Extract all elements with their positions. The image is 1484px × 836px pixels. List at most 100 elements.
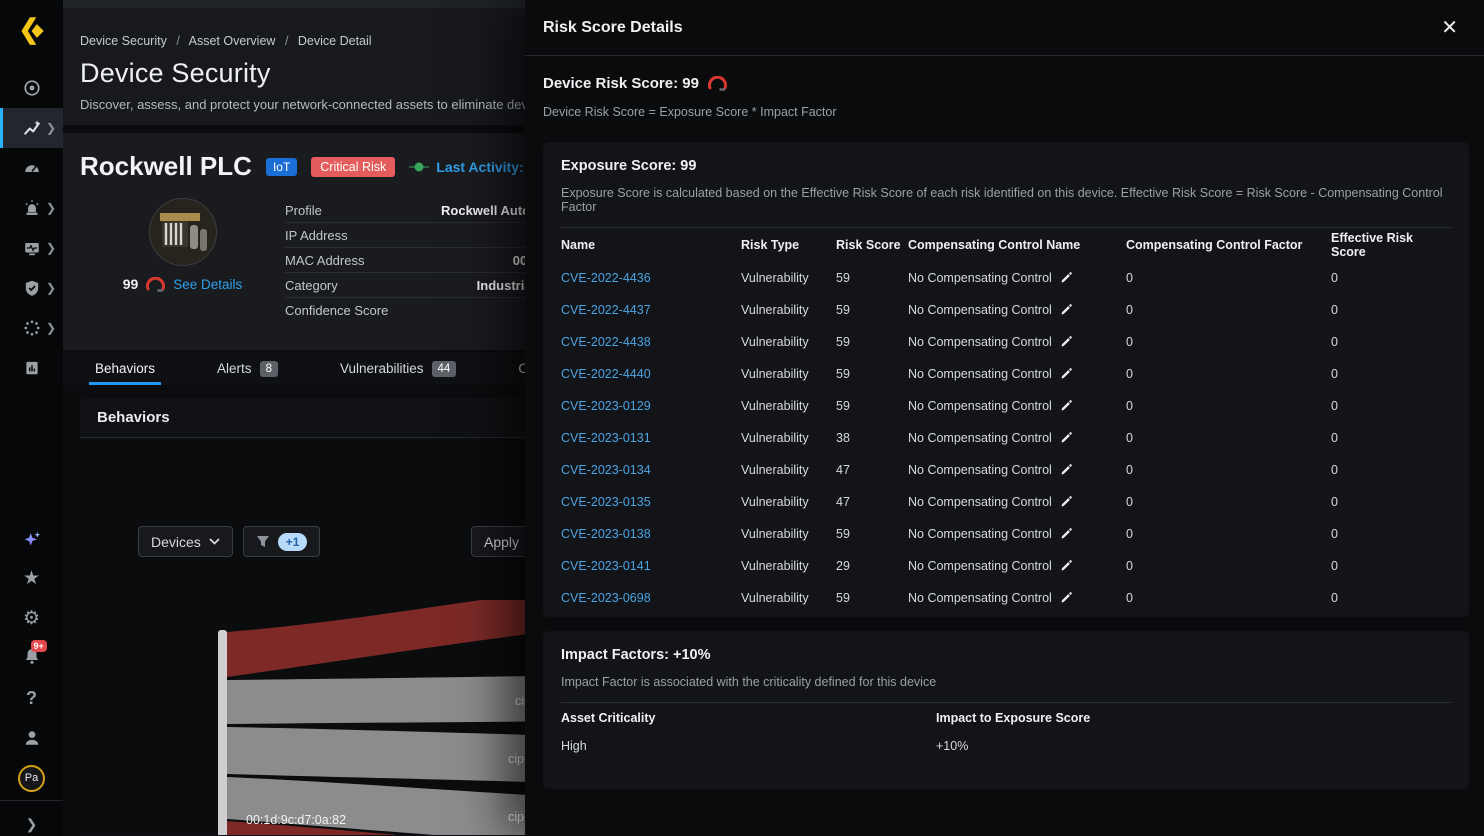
chevron-right-icon: ❯ bbox=[46, 281, 56, 295]
sidebar-divider bbox=[0, 800, 63, 801]
cve-link[interactable]: CVE-2023-0138 bbox=[561, 527, 741, 541]
exposure-table-row: CVE-2023-0933Vulnerability59No Compensat… bbox=[561, 614, 1451, 617]
risk-score-value: 59 bbox=[836, 303, 908, 317]
edit-compensating-control-button[interactable] bbox=[1060, 432, 1072, 444]
sidebar-item-reports[interactable] bbox=[0, 348, 63, 388]
exposure-table-row: CVE-2023-0138Vulnerability59No Compensat… bbox=[561, 518, 1451, 550]
cve-link[interactable]: CVE-2023-0131 bbox=[561, 431, 741, 445]
edit-compensating-control-button[interactable] bbox=[1060, 592, 1072, 604]
risk-score-formula: Device Risk Score = Exposure Score * Imp… bbox=[543, 105, 1484, 119]
compensating-control-cell: No Compensating Control bbox=[908, 367, 1126, 381]
cve-link[interactable]: CVE-2023-0134 bbox=[561, 463, 741, 477]
risk-type-value: Vulnerability bbox=[741, 463, 836, 477]
filter-button[interactable]: +1 bbox=[243, 526, 321, 557]
sidebar-item-favorites[interactable]: ★ bbox=[0, 558, 63, 598]
compensating-control-factor-value: 0 bbox=[1126, 367, 1331, 381]
compensating-control-cell: No Compensating Control bbox=[908, 303, 1126, 317]
sidebar-item-device-security[interactable]: ❯ bbox=[0, 108, 63, 148]
star-icon: ★ bbox=[23, 569, 40, 588]
cve-link[interactable]: CVE-2023-0135 bbox=[561, 495, 741, 509]
edit-pencil-icon bbox=[1060, 400, 1072, 412]
compensating-control-cell: No Compensating Control bbox=[908, 431, 1126, 445]
compensating-control-factor-value: 0 bbox=[1126, 335, 1331, 349]
edit-compensating-control-button[interactable] bbox=[1060, 464, 1072, 476]
user-avatar[interactable]: Pa bbox=[18, 765, 45, 792]
exposure-score-card: Exposure Score: 99 Exposure Score is cal… bbox=[543, 142, 1469, 617]
edit-compensating-control-button[interactable] bbox=[1060, 528, 1072, 540]
siren-icon bbox=[23, 199, 41, 217]
cve-link[interactable]: CVE-2023-0129 bbox=[561, 399, 741, 413]
dotted-circle-icon bbox=[23, 319, 41, 337]
edit-compensating-control-button[interactable] bbox=[1060, 336, 1072, 348]
compensating-control-name: No Compensating Control bbox=[908, 399, 1052, 413]
cve-link[interactable]: CVE-2022-4438 bbox=[561, 335, 741, 349]
cve-link[interactable]: CVE-2022-4437 bbox=[561, 303, 741, 317]
cve-link[interactable]: CVE-2022-4440 bbox=[561, 367, 741, 381]
risk-score-value: 47 bbox=[836, 495, 908, 509]
risk-score-value: 47 bbox=[836, 463, 908, 477]
chevron-down-icon bbox=[209, 538, 220, 545]
sidebar-collapse-toggle[interactable]: ❯ bbox=[0, 804, 63, 836]
brand-logo-icon[interactable] bbox=[14, 14, 48, 48]
sidebar-item-account[interactable]: Pa bbox=[0, 758, 63, 798]
filter-count-badge: +1 bbox=[278, 533, 308, 551]
edit-compensating-control-button[interactable] bbox=[1060, 496, 1072, 508]
sidebar-item-dashboard[interactable] bbox=[0, 148, 63, 188]
field-label: Profile bbox=[285, 203, 322, 218]
sidebar-item-users[interactable] bbox=[0, 718, 63, 758]
compensating-control-factor-value: 0 bbox=[1126, 303, 1331, 317]
tab-behaviors[interactable]: Behaviors bbox=[95, 352, 155, 385]
sidebar-item-settings[interactable]: ⚙ bbox=[0, 598, 63, 638]
close-icon[interactable]: ✕ bbox=[1441, 18, 1458, 38]
edit-compensating-control-button[interactable] bbox=[1060, 400, 1072, 412]
risk-type-value: Vulnerability bbox=[741, 367, 836, 381]
sidebar-item-compliance[interactable]: ❯ bbox=[0, 268, 63, 308]
sidebar-item-monitoring[interactable]: ❯ bbox=[0, 228, 63, 268]
edit-compensating-control-button[interactable] bbox=[1060, 272, 1072, 284]
risk-gauge-icon bbox=[145, 277, 166, 292]
breadcrumb-asset-overview[interactable]: Asset Overview bbox=[189, 34, 276, 48]
risk-score-value: 29 bbox=[836, 559, 908, 573]
sidebar-item-notifications[interactable]: 9+ bbox=[0, 636, 63, 676]
tab-alerts[interactable]: Alerts 8 bbox=[217, 352, 278, 385]
see-details-link[interactable]: See Details bbox=[173, 277, 242, 292]
devices-dropdown[interactable]: Devices bbox=[138, 526, 233, 557]
col-header-ccn: Compensating Control Name bbox=[908, 238, 1126, 252]
sidebar-item-ai-assistant[interactable] bbox=[0, 520, 63, 560]
exposure-score-title: Exposure Score: 99 bbox=[561, 158, 1451, 174]
device-type-badge: IoT bbox=[266, 158, 297, 176]
exposure-table-body: CVE-2022-4436Vulnerability59No Compensat… bbox=[561, 262, 1451, 617]
exposure-table-row: CVE-2023-0129Vulnerability59No Compensat… bbox=[561, 390, 1451, 422]
sidebar-item-alerts[interactable]: ❯ bbox=[0, 188, 63, 228]
effective-risk-score-value: 0 bbox=[1331, 527, 1451, 541]
field-label: IP Address bbox=[285, 228, 348, 243]
cve-link[interactable]: CVE-2022-4436 bbox=[561, 271, 741, 285]
edit-compensating-control-button[interactable] bbox=[1060, 304, 1072, 316]
sidebar-item-help[interactable]: ? bbox=[0, 678, 63, 718]
device-name: Rockwell PLC bbox=[80, 151, 252, 182]
compensating-control-name: No Compensating Control bbox=[908, 591, 1052, 605]
apply-button[interactable]: Apply bbox=[471, 526, 532, 557]
tab-vulnerabilities[interactable]: Vulnerabilities 44 bbox=[340, 352, 456, 385]
cve-link[interactable]: CVE-2023-0698 bbox=[561, 591, 741, 605]
sidebar-item-processes[interactable]: ❯ bbox=[0, 308, 63, 348]
sidebar-item-discover[interactable] bbox=[0, 68, 63, 108]
compensating-control-cell: No Compensating Control bbox=[908, 399, 1126, 413]
exposure-table-row: CVE-2023-0135Vulnerability47No Compensat… bbox=[561, 486, 1451, 518]
edit-compensating-control-button[interactable] bbox=[1060, 560, 1072, 572]
compensating-control-factor-value: 0 bbox=[1126, 399, 1331, 413]
risk-type-value: Vulnerability bbox=[741, 591, 836, 605]
compensating-control-cell: No Compensating Control bbox=[908, 559, 1126, 573]
compensating-control-factor-value: 0 bbox=[1126, 591, 1331, 605]
notification-count-badge: 9+ bbox=[31, 640, 47, 652]
cve-link[interactable]: CVE-2023-0141 bbox=[561, 559, 741, 573]
exposure-score-description: Exposure Score is calculated based on th… bbox=[561, 186, 1451, 214]
chevron-right-icon: ❯ bbox=[46, 241, 56, 255]
person-icon bbox=[23, 729, 41, 747]
edit-compensating-control-button[interactable] bbox=[1060, 368, 1072, 380]
risk-score-value: 59 bbox=[836, 367, 908, 381]
breadcrumb-device-security[interactable]: Device Security bbox=[80, 34, 167, 48]
exposure-table-row: CVE-2023-0131Vulnerability38No Compensat… bbox=[561, 422, 1451, 454]
compensating-control-cell: No Compensating Control bbox=[908, 463, 1126, 477]
gauge-icon bbox=[23, 159, 41, 177]
